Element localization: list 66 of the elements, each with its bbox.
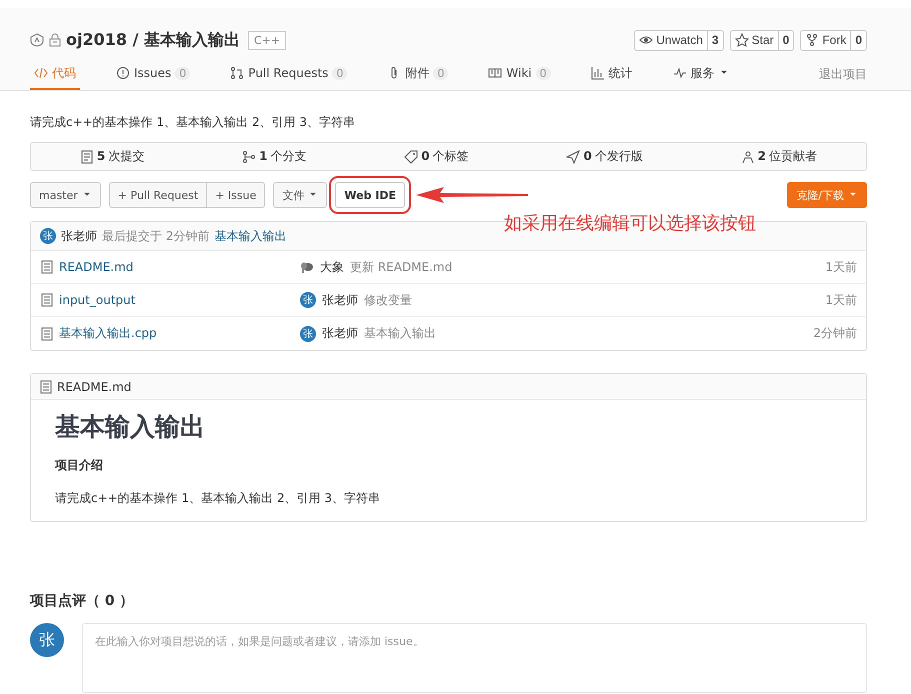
comment-field[interactable]: 在此输入你对项目想说的话，如果是问题或者建议，请添加 issue。 (82, 623, 867, 693)
project-description: 请完成c++的基本操作 1、基本输入输出 2、引用 3、字符串 (30, 114, 356, 131)
file-icon (40, 293, 54, 307)
nav-tab[interactable]: Pull Requests 0 (226, 58, 352, 90)
annotation-text: 如采用在线编辑可以选择该按钮 (504, 212, 756, 235)
file-link[interactable]: README.md (59, 260, 134, 274)
fork-icon (805, 33, 820, 47)
stat-link[interactable]: 1 个分支 (259, 148, 306, 165)
commit-author[interactable]: 大象 (320, 258, 344, 276)
stat-link[interactable]: 5 次提交 (96, 148, 144, 165)
commit-time: 1天前 (825, 258, 857, 276)
file-icon (39, 380, 53, 394)
people-icon (740, 150, 755, 164)
stat-link[interactable]: 2 位贡献者 (758, 148, 818, 165)
commit-time: 2分钟前 (813, 325, 857, 342)
chart-icon (590, 66, 605, 80)
star-icon (734, 33, 749, 47)
avatar: 张 (300, 292, 316, 308)
avatar: 张 (300, 326, 316, 342)
commit-time: 最后提交于 2分钟前 (102, 228, 210, 244)
pull-request-button[interactable]: + Pull Request (108, 182, 208, 208)
send-icon (566, 150, 580, 164)
branch-icon (242, 150, 256, 164)
nav-tab[interactable]: 统计 (586, 58, 637, 90)
code-icon (34, 66, 48, 80)
nav-tab[interactable]: Wiki 0 (484, 58, 555, 90)
commit-author[interactable]: 张老师 (61, 228, 97, 244)
shield-icon (30, 33, 44, 47)
stat-link[interactable]: 0 个标签 (421, 148, 469, 165)
readme-subtitle: 项目介绍 (55, 457, 104, 474)
nav-tab[interactable]: 服务 (668, 58, 733, 90)
fork-button[interactable]: Fork 0 (800, 30, 867, 50)
book-icon (488, 66, 502, 80)
file-link[interactable]: 基本输入输出.cpp (59, 325, 157, 342)
avatar: 张 (40, 228, 56, 244)
file-link[interactable]: input_output (59, 293, 136, 307)
commit-message[interactable]: 更新 README.md (350, 258, 452, 276)
star-button[interactable]: Star 0 (730, 30, 794, 50)
nav-tab[interactable]: Issues 0 (112, 58, 194, 90)
file-icon (40, 326, 54, 340)
commit-message[interactable]: 基本输入输出 (364, 325, 436, 342)
issue-button[interactable]: + Issue (207, 182, 266, 208)
file-dropdown[interactable]: 文件 (273, 182, 328, 208)
avatar: 张 (30, 623, 64, 657)
merge-icon (230, 66, 244, 80)
repo-title[interactable]: oj2018 / 基本输入输出 (66, 30, 240, 50)
commit-message[interactable]: 基本输入输出 (214, 228, 286, 244)
commit-time: 1天前 (825, 292, 857, 308)
document-icon (80, 150, 94, 164)
readme-text: 请完成c++的基本操作 1、基本输入输出 2、引用 3、字符串 (55, 490, 382, 507)
tag-icon (404, 150, 418, 164)
stat-link[interactable]: 0 个发行版 (583, 148, 643, 165)
watch-button[interactable]: Unwatch 3 (634, 30, 724, 50)
readme-filename: README.md (57, 380, 132, 394)
pulse-icon (672, 66, 687, 80)
nav-tab[interactable]: 附件 0 (383, 58, 452, 90)
info-icon (116, 66, 130, 80)
language-tag: C++ (248, 30, 286, 50)
commit-author[interactable]: 张老师 (322, 325, 358, 342)
lock-icon (48, 33, 62, 47)
comments-heading: 项目点评（ 0 ） (30, 592, 134, 610)
commit-message[interactable]: 修改变量 (364, 292, 412, 308)
readme-title: 基本输入输出 (55, 411, 206, 443)
branch-dropdown[interactable]: master (30, 182, 101, 208)
file-icon (40, 260, 54, 274)
commit-author[interactable]: 张老师 (322, 292, 358, 308)
